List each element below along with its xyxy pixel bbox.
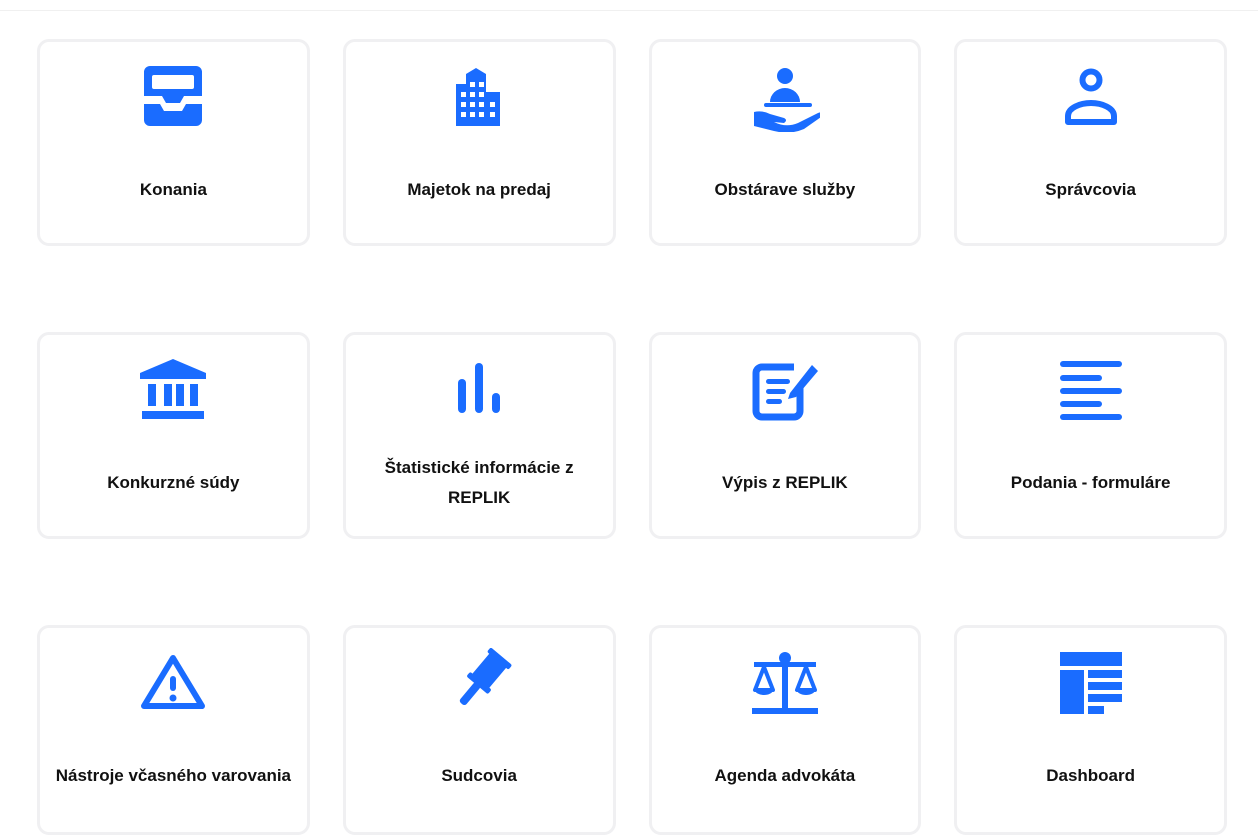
tile-label: Správcovia — [1045, 180, 1136, 199]
service-hand-icon — [750, 62, 820, 132]
tile-label: Nástroje včasného varovania — [55, 766, 292, 785]
tile-label: Konania — [139, 180, 207, 199]
text-lines-icon — [1056, 355, 1126, 425]
tile-row: Konania Majetok na predaj Obstárave služ… — [37, 39, 1227, 246]
tile-konania[interactable]: Konania — [37, 39, 310, 246]
tile-vypis-z-replik[interactable]: Výpis z REPLIK — [648, 332, 922, 539]
tile-label: Agenda advokáta — [714, 766, 856, 785]
tile-nastroje-varovania[interactable]: Nástroje včasného varovania — [37, 625, 310, 835]
buildings-icon — [444, 62, 514, 132]
tile-label: Obstárave služby — [714, 180, 856, 199]
tile-agenda-advokata[interactable]: Agenda advokáta — [648, 625, 922, 835]
courthouse-icon — [138, 355, 208, 425]
gavel-icon — [444, 648, 514, 718]
tile-label: Dashboard — [1046, 766, 1136, 785]
tile-label: Sudcovia — [441, 766, 517, 785]
tile-sudcovia[interactable]: Sudcovia — [342, 625, 616, 835]
tile-majetok[interactable]: Majetok na predaj — [342, 39, 616, 246]
tile-row: Konkurzné súdy Štatistické informácie z … — [37, 332, 1227, 539]
tile-row: Nástroje včasného varovania Sudcovia Age… — [37, 625, 1227, 835]
tile-konkurzne-sudy[interactable]: Konkurzné súdy — [37, 332, 310, 539]
scales-icon — [750, 648, 820, 718]
tile-statisticke-informacie[interactable]: Štatistické informácie z REPLIK — [342, 332, 616, 539]
tile-label: Majetok na predaj — [407, 180, 551, 199]
inbox-tray-icon — [138, 62, 208, 132]
tile-label: Podania - formuláre — [1010, 473, 1171, 492]
tile-podania-formulare[interactable]: Podania - formuláre — [954, 332, 1227, 539]
tile-label: Štatistické informácie z REPLIK — [384, 458, 574, 507]
bar-chart-icon — [444, 355, 514, 425]
tile-grid: Konania Majetok na predaj Obstárave služ… — [37, 39, 1227, 835]
document-edit-icon — [750, 355, 820, 425]
person-icon — [1056, 62, 1126, 132]
top-divider — [0, 0, 1258, 11]
tile-spravcovia[interactable]: Správcovia — [954, 39, 1227, 246]
tile-label: Výpis z REPLIK — [722, 473, 848, 492]
tile-dashboard[interactable]: Dashboard — [954, 625, 1227, 835]
warning-icon — [138, 648, 208, 718]
tile-obstarave-sluzby[interactable]: Obstárave služby — [648, 39, 922, 246]
dashboard-icon — [1056, 648, 1126, 718]
tile-label: Konkurzné súdy — [107, 473, 240, 492]
